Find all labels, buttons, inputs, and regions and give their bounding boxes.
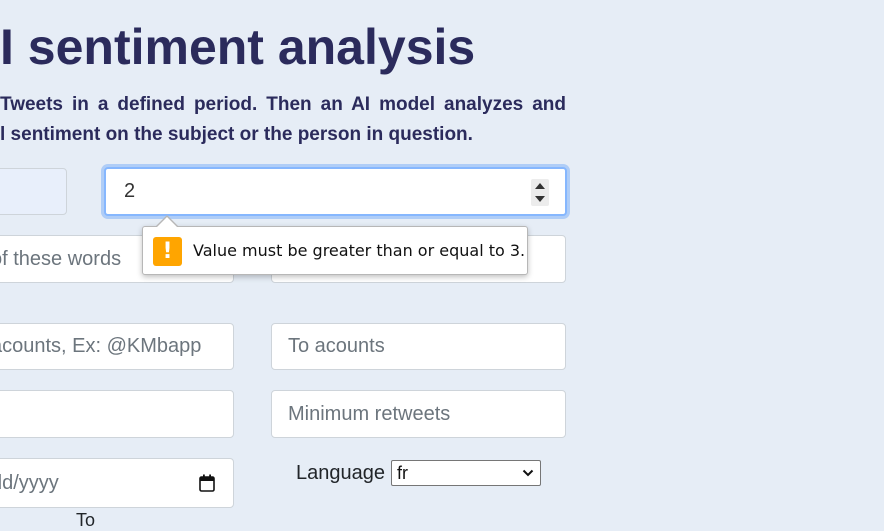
language-selected-value: fr [397, 462, 408, 483]
validation-message: Value must be greater than or equal to 3… [193, 241, 526, 260]
tweet-count-value: 2 [124, 180, 136, 202]
validation-tooltip: ! Value must be greater than or equal to… [142, 215, 528, 275]
spin-down-icon[interactable] [535, 196, 545, 202]
calendar-icon[interactable] [199, 474, 215, 492]
spin-up-icon[interactable] [535, 183, 545, 189]
to-accounts-placeholder: To acounts [288, 335, 385, 357]
tooltip-arrow [156, 217, 178, 228]
from-accounts-placeholder: acounts, Ex: @KMbapp [0, 335, 202, 357]
date-placeholder: dd/yyyy [0, 471, 59, 494]
to-label: To [76, 510, 96, 530]
min-retweets-input[interactable]: Minimum retweets [271, 390, 566, 438]
number-spinner[interactable] [531, 179, 549, 206]
warning-icon: ! [153, 237, 182, 266]
language-select[interactable]: fr [391, 460, 541, 486]
any-words-placeholder: of these words [0, 247, 122, 270]
description-line-2: l sentiment on the subject or the person… [0, 124, 473, 145]
chevron-down-icon [522, 469, 534, 477]
min-retweets-placeholder: Minimum retweets [288, 402, 451, 425]
tweet-count-input[interactable]: 2 [104, 167, 567, 216]
left-input-field-2[interactable] [0, 390, 234, 438]
language-label: Language [296, 462, 385, 484]
page-description: Tweets in a defined period. Then an AI m… [0, 90, 566, 150]
page-title: I sentiment analysis [0, 19, 476, 75]
date-input[interactable]: dd/yyyy [0, 458, 234, 508]
from-accounts-input[interactable]: acounts, Ex: @KMbapp [0, 323, 234, 370]
description-line-1: Tweets in a defined period. Then an AI m… [0, 94, 566, 115]
left-input-field[interactable] [0, 168, 67, 215]
to-accounts-input[interactable]: To acounts [271, 323, 566, 370]
